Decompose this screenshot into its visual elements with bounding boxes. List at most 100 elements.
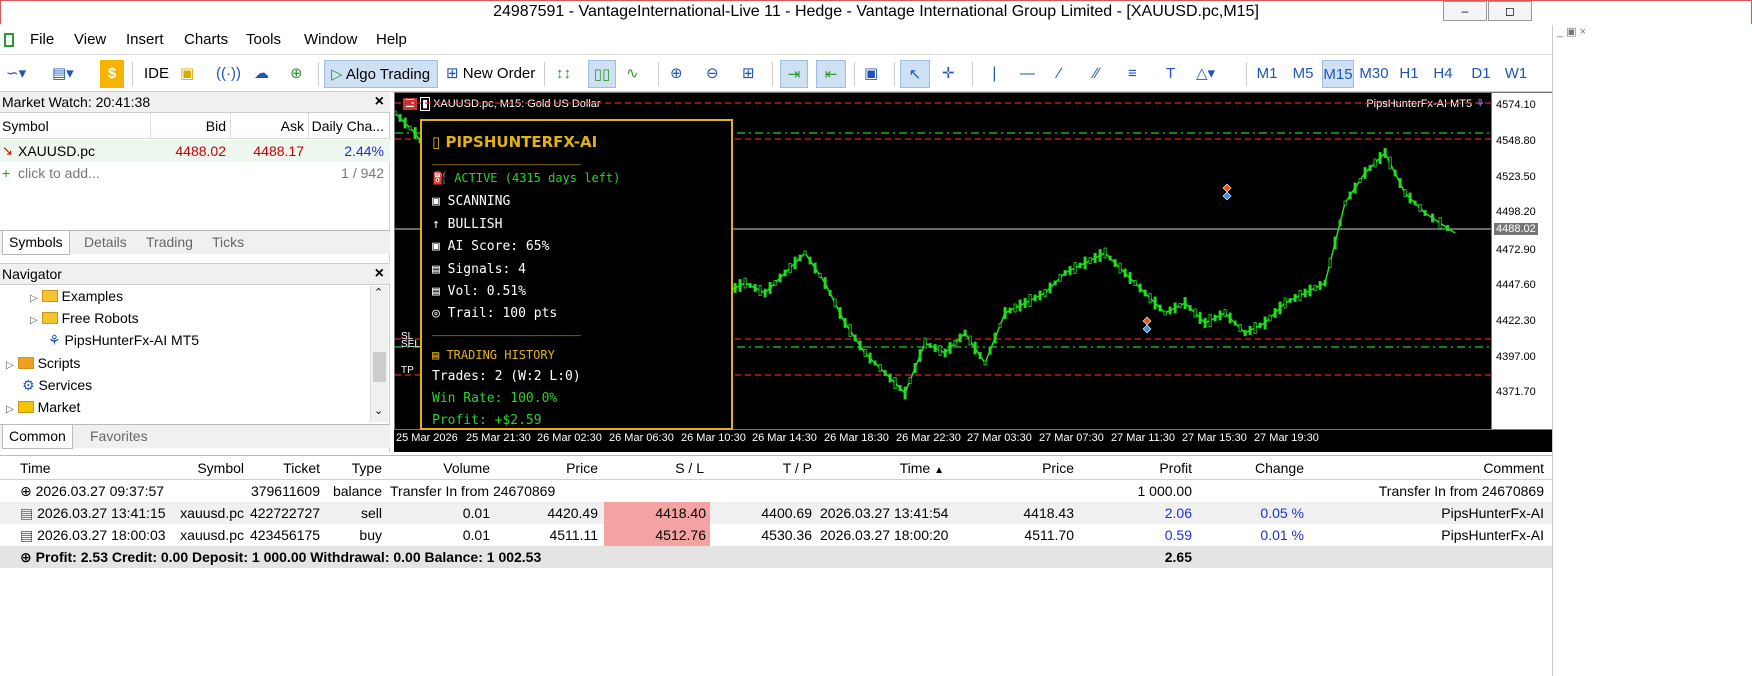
shapes-icon[interactable]: △▾ [1196, 60, 1215, 88]
screenshot-icon[interactable]: ▣ [864, 60, 878, 88]
table-row[interactable]: ⊕ 2026.03.27 09:37:57 379611609 balance … [0, 480, 1552, 502]
tab-details[interactable]: Details [78, 231, 133, 255]
col-type[interactable]: Type [326, 457, 382, 479]
candle [823, 277, 827, 289]
zoom-in-icon[interactable]: ⊕ [670, 60, 683, 88]
new-order-button[interactable]: ⊞ New Order [446, 60, 535, 88]
algo-trading-button[interactable]: ▷ Algo Trading [324, 60, 438, 88]
close-icon[interactable]: × [375, 264, 384, 284]
col-profit[interactable]: Profit [1090, 457, 1192, 479]
table-row[interactable]: ▤ 2026.03.27 13:41:15 xauusd.pc 42272272… [0, 502, 1552, 524]
cursor-icon[interactable]: ↖ [900, 60, 930, 88]
menu-tools[interactable]: Tools [246, 31, 281, 48]
nav-item-examples[interactable]: ▷ Examples [30, 285, 123, 307]
time-axis[interactable]: 25 Mar 2026 25 Mar 21:30 26 Mar 02:30 26… [394, 430, 1552, 452]
symbol-row[interactable]: ↘ XAUUSD.pc 4488.02 4488.17 2.44% [0, 140, 390, 162]
expand-icon[interactable]: ▷ [6, 360, 14, 371]
signal-icon[interactable]: ((·)) [216, 60, 241, 88]
tab-common[interactable]: Common [2, 425, 73, 449]
menu-insert[interactable]: Insert [126, 31, 164, 48]
price-axis[interactable]: 4574.10 4548.80 4523.50 4498.20 4488.02 … [1492, 92, 1552, 430]
crosshair-icon[interactable]: ✛ [942, 60, 955, 88]
menu-charts[interactable]: Charts [184, 31, 228, 48]
trade-marker[interactable] [1142, 316, 1152, 326]
close-icon[interactable]: × [375, 92, 384, 112]
cloud-icon[interactable]: ☁ [254, 60, 269, 88]
tab-ticks[interactable]: Ticks [206, 231, 250, 255]
scroll-down-icon[interactable]: ⌄ [374, 404, 383, 417]
maximize-button[interactable]: ◻ [1488, 1, 1532, 21]
trade-marker[interactable] [1142, 324, 1152, 334]
col-symbol[interactable]: Symbol [2, 113, 49, 139]
col-close-price[interactable]: Price [974, 457, 1074, 479]
autoscroll-icon[interactable]: ⇥ [780, 60, 808, 88]
line-chart-icon[interactable]: ∽▾ [6, 60, 26, 88]
bag-icon[interactable]: ▣ [180, 60, 194, 88]
tf-m5[interactable]: M5 [1288, 60, 1318, 88]
minimize-button[interactable]: – [1443, 1, 1487, 21]
col-volume[interactable]: Volume [390, 457, 490, 479]
tf-m1[interactable]: M1 [1252, 60, 1282, 88]
trade-marker[interactable] [1222, 183, 1232, 193]
candle [798, 254, 802, 262]
col-daily-change[interactable]: Daily Cha... [308, 113, 388, 139]
trendline-icon[interactable]: ∕ [1058, 60, 1061, 88]
col-time[interactable]: Time [20, 457, 51, 479]
scroll-thumb[interactable] [373, 352, 386, 382]
expand-icon[interactable]: ▷ [6, 404, 14, 415]
tf-m15[interactable]: M15 [1322, 60, 1354, 88]
time-label: 26 Mar 02:30 [537, 432, 602, 444]
menu-window[interactable]: Window [304, 31, 357, 48]
ide-button[interactable]: IDE [144, 60, 169, 88]
add-symbol-row[interactable]: + click to add... 1 / 942 [0, 162, 390, 184]
tf-m30[interactable]: M30 [1358, 60, 1390, 88]
tab-symbols[interactable]: Symbols [2, 231, 70, 255]
fibonacci-icon[interactable]: ≡ [1128, 60, 1137, 88]
col-bid[interactable]: Bid [150, 113, 226, 139]
col-ask[interactable]: Ask [230, 113, 304, 139]
tab-trading[interactable]: Trading [140, 231, 199, 255]
table-row[interactable]: ▤ 2026.03.27 18:00:03 xauusd.pc 42345617… [0, 524, 1552, 546]
col-ticket[interactable]: Ticket [250, 457, 320, 479]
dollar-icon[interactable]: $ [100, 60, 124, 88]
vertical-line-icon[interactable]: ❘ [988, 60, 1001, 88]
nav-item-pipshunter-ea[interactable]: ⚘ PipsHunterFx-AI MT5 [48, 329, 199, 351]
col-close-time[interactable]: Time ▲ [820, 457, 944, 479]
menu-view[interactable]: View [74, 31, 106, 48]
navigator-scrollbar[interactable]: ⌃ ⌄ [370, 286, 388, 422]
scroll-up-icon[interactable]: ⌃ [374, 286, 383, 299]
mdi-controls[interactable]: _ ▣ × [1557, 25, 1586, 38]
menu-help[interactable]: Help [376, 31, 407, 48]
chart-shift-icon[interactable]: ⇤ [816, 60, 846, 88]
trade-marker[interactable] [1222, 191, 1232, 201]
tf-h4[interactable]: H4 [1430, 60, 1456, 88]
channel-icon[interactable]: ∕∕ [1094, 60, 1099, 88]
bar-chart-icon[interactable]: ↕↕ [556, 60, 571, 88]
tf-w1[interactable]: W1 [1502, 60, 1530, 88]
nav-item-scripts[interactable]: ▷ Scripts [6, 352, 80, 374]
line-icon[interactable]: ∿ [626, 60, 639, 88]
tab-favorites[interactable]: Favorites [84, 425, 154, 449]
col-tp[interactable]: T / P [712, 457, 812, 479]
candlestick-icon[interactable]: ▯▯ [588, 60, 616, 88]
grid-icon[interactable]: ⊞ [742, 60, 755, 88]
menu-file[interactable]: File [30, 31, 54, 48]
col-price[interactable]: Price [500, 457, 598, 479]
nav-item-market[interactable]: ▷ Market [6, 396, 80, 418]
expand-icon[interactable]: ▷ [30, 315, 38, 326]
col-change[interactable]: Change [1200, 457, 1304, 479]
col-sl[interactable]: S / L [604, 457, 704, 479]
tf-h1[interactable]: H1 [1396, 60, 1422, 88]
candle [893, 377, 897, 389]
chart-template-icon[interactable]: ▤▾ [52, 60, 74, 88]
col-symbol[interactable]: Symbol [168, 457, 244, 479]
tf-d1[interactable]: D1 [1468, 60, 1494, 88]
expand-icon[interactable]: ▷ [30, 293, 38, 304]
nav-item-free-robots[interactable]: ▷ Free Robots [30, 307, 139, 329]
col-comment[interactable]: Comment [1320, 457, 1544, 479]
nav-item-services[interactable]: ⚙ Services [22, 374, 92, 396]
horizontal-line-icon[interactable]: — [1020, 60, 1035, 88]
add-globe-icon[interactable]: ⊕ [290, 60, 303, 88]
text-icon[interactable]: T [1166, 60, 1175, 88]
zoom-out-icon[interactable]: ⊖ [706, 60, 719, 88]
